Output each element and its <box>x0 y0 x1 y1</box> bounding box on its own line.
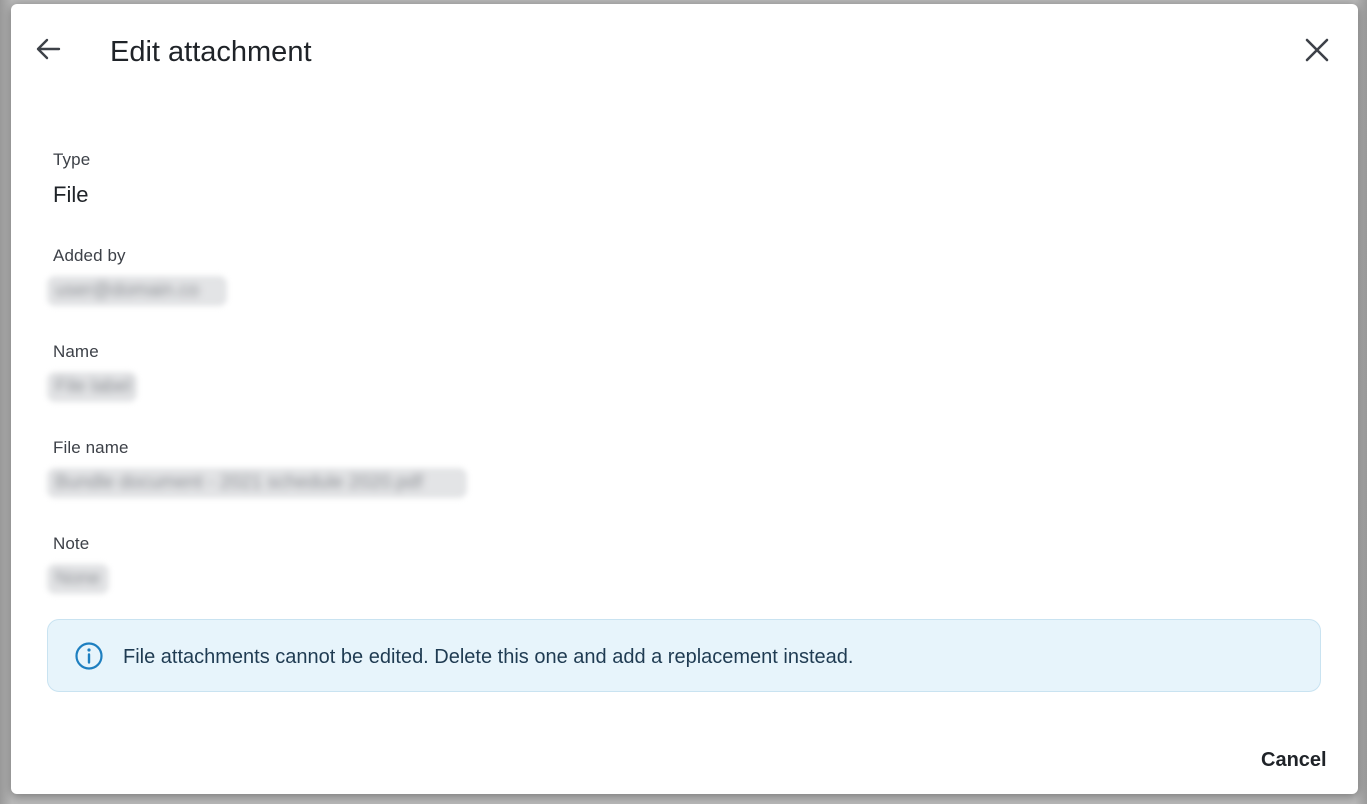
close-icon <box>1305 38 1329 62</box>
edit-attachment-dialog: Edit attachment Type File Added by user@… <box>11 4 1358 794</box>
close-button[interactable] <box>1301 34 1333 66</box>
arrow-left-icon <box>36 38 61 60</box>
field-value-type: File <box>53 182 89 207</box>
field-label-name: Name <box>53 342 99 361</box>
field-type: Type File <box>53 150 90 210</box>
info-banner: File attachments cannot be edited. Delet… <box>47 619 1321 692</box>
info-icon <box>75 642 103 670</box>
field-label-type: Type <box>53 150 91 169</box>
dialog-title: Edit attachment <box>110 36 312 68</box>
info-message: File attachments cannot be edited. Delet… <box>123 646 854 668</box>
cancel-button[interactable]: Cancel <box>1257 744 1331 776</box>
field-label-file-name: File name <box>53 438 129 457</box>
field-label-note: Note <box>53 534 90 553</box>
field-file-name: File name Bundle document - 2021 schedul… <box>47 438 467 498</box>
field-value-note: None <box>55 568 101 589</box>
field-value-added-by: user@domain.co <box>55 280 199 301</box>
redacted-file-name: Bundle document - 2021 schedule 2020.pdf <box>47 468 467 498</box>
redacted-name: File label <box>47 372 137 402</box>
field-name: Name File label <box>47 342 137 402</box>
redacted-note: None <box>47 564 109 594</box>
field-value-file-name: Bundle document - 2021 schedule 2020.pdf <box>55 472 423 493</box>
field-added-by: Added by user@domain.co <box>47 246 227 306</box>
field-label-added-by: Added by <box>53 246 126 265</box>
redacted-added-by: user@domain.co <box>47 276 227 306</box>
field-note: Note None <box>47 534 109 594</box>
field-value-name: File label <box>55 376 132 397</box>
back-button[interactable] <box>31 32 65 66</box>
